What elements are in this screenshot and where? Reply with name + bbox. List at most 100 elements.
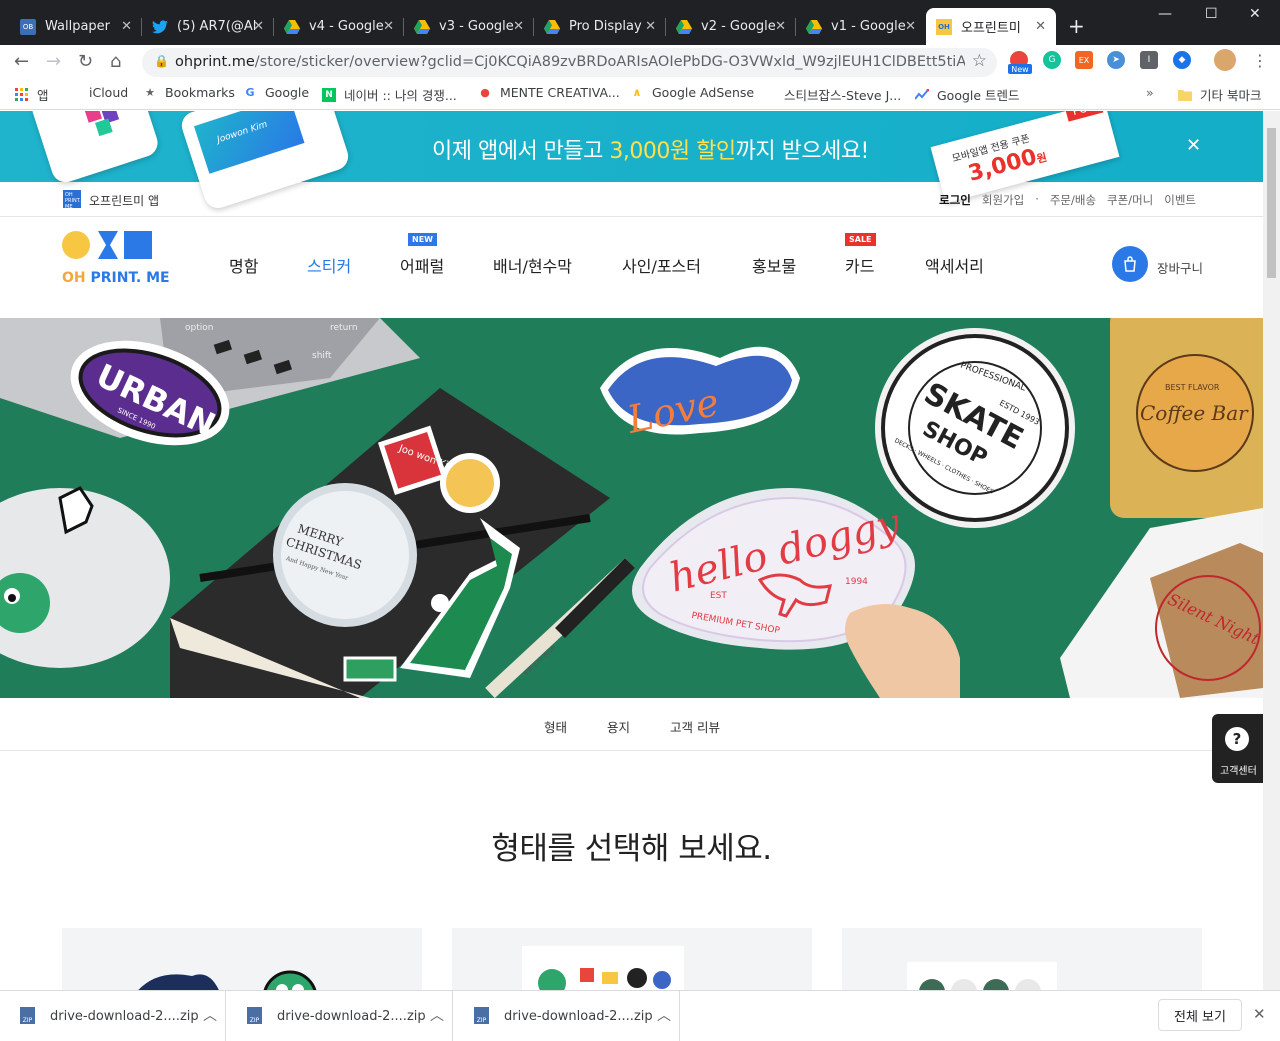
cart-button[interactable] — [1112, 246, 1148, 282]
adsense-icon: ∧ — [632, 86, 642, 99]
scrollbar-thumb[interactable] — [1267, 128, 1276, 278]
tab-drive-v1[interactable]: v1 - Google ✕ — [796, 8, 926, 45]
bookmark-trends[interactable]: Google 트렌드 — [915, 85, 1020, 104]
nav-item-sign-poster[interactable]: 사인/포스터 — [622, 253, 701, 277]
bookmark-naver[interactable]: N 네이버 :: 나의 경쟁... — [322, 85, 457, 104]
tab-drive-v4[interactable]: v4 - Google ✕ — [274, 8, 404, 45]
url-host: ohprint.me — [175, 54, 255, 70]
maximize-icon[interactable]: ☐ — [1205, 6, 1218, 22]
tab-drive-v2[interactable]: v2 - Google ✕ — [666, 8, 796, 45]
new-tab-button[interactable]: + — [1068, 14, 1085, 38]
nav-item-banner[interactable]: 배너/현수막 — [493, 253, 572, 277]
app-logo-icon[interactable]: OH PRINT. ME — [63, 190, 81, 210]
bookmark-icloud[interactable]: iCloud — [67, 85, 128, 100]
coupons-link[interactable]: 쿠폰/머니 — [1107, 192, 1153, 208]
tab-paper[interactable]: 용지 — [607, 717, 630, 736]
grammarly-icon[interactable]: G — [1043, 51, 1061, 69]
close-icon[interactable]: ✕ — [775, 19, 786, 34]
rocket-extension-icon[interactable]: ➤ — [1107, 51, 1125, 69]
tab-title: v2 - Google — [701, 19, 776, 34]
close-icon[interactable]: ✕ — [253, 19, 264, 34]
bookmark-label: 네이버 :: 나의 경쟁... — [344, 88, 457, 103]
bookmark-google[interactable]: G Google — [243, 85, 309, 100]
close-icon[interactable]: ✕ — [121, 19, 132, 34]
download-filename: drive-download-2....zip — [277, 1009, 426, 1024]
more-menu-icon[interactable]: ⋮ — [1252, 51, 1268, 70]
round-sticker-thumbnail-image — [907, 962, 1057, 990]
instapaper-icon[interactable]: I — [1140, 51, 1158, 69]
customer-center-button[interactable]: ? 고객센터 — [1212, 714, 1263, 783]
tab-ohprintme[interactable]: OH 오프린트미 ✕ — [926, 8, 1056, 45]
window-close-icon[interactable]: ✕ — [1249, 6, 1261, 22]
show-all-downloads-button[interactable]: 전체 보기 — [1158, 999, 1242, 1031]
page-scrollbar[interactable] — [1263, 111, 1280, 990]
bookmark-label: Google AdSense — [652, 85, 755, 100]
other-bookmarks[interactable]: 기타 북마크 — [1178, 85, 1261, 104]
minimize-icon[interactable]: — — [1158, 6, 1172, 22]
close-icon[interactable]: ✕ — [905, 19, 916, 34]
tab-twitter[interactable]: (5) AR7(@Al ✕ — [142, 8, 274, 45]
nav-item-business-card[interactable]: 명함 — [229, 253, 258, 277]
extension-ex-icon[interactable]: EX — [1075, 51, 1093, 69]
bookmark-apps[interactable]: 앱 — [15, 85, 49, 104]
tab-drive-v3[interactable]: v3 - Google ✕ — [404, 8, 534, 45]
ohprintme-icon: OH — [936, 18, 952, 35]
chevron-up-icon[interactable]: ︿ — [203, 1005, 217, 1025]
tab-shape[interactable]: 형태 — [544, 717, 567, 736]
bookmark-label: Bookmarks — [165, 85, 235, 100]
chevron-up-icon[interactable]: ︿ — [430, 1005, 444, 1025]
shape-option-card[interactable] — [842, 928, 1202, 990]
google-icon: G — [245, 86, 255, 99]
login-link[interactable]: 로그인 — [939, 192, 971, 208]
nav-item-sticker[interactable]: 스티커 — [307, 253, 351, 277]
cart-label[interactable]: 장바구니 — [1157, 258, 1203, 277]
nav-item-promo[interactable]: 홍보물 — [752, 253, 796, 277]
download-item[interactable]: ZIP drive-download-2....zip ︿ — [454, 991, 680, 1041]
close-icon[interactable]: ✕ — [645, 19, 656, 34]
home-icon[interactable]: ⌂ — [110, 51, 121, 72]
app-link[interactable]: 오프린트미 앱 — [89, 192, 159, 209]
app-promo-banner[interactable]: Joowon Kim 이제 앱에서 만들고 3,000원 할인까지 받으세요! … — [0, 111, 1263, 212]
nav-item-accessory[interactable]: 액세서리 — [925, 253, 984, 277]
close-downloads-icon[interactable]: ✕ — [1253, 1005, 1266, 1023]
shopping-bag-icon — [1124, 256, 1136, 272]
back-icon[interactable]: ← — [14, 51, 29, 72]
hello-year-text: 1994 — [845, 577, 868, 587]
sticker-thumbnail-image — [138, 970, 317, 990]
bookmark-mente[interactable]: ● MENTE CREATIVA... — [478, 85, 620, 100]
close-icon[interactable]: ✕ — [513, 19, 524, 34]
profile-avatar-icon[interactable] — [1214, 49, 1236, 71]
events-link[interactable]: 이벤트 — [1164, 192, 1196, 208]
shape-option-card[interactable] — [452, 928, 812, 990]
bookmark-extension-icon[interactable]: ◆ — [1173, 51, 1191, 69]
download-item[interactable]: ZIP drive-download-2....zip ︿ — [0, 991, 226, 1041]
trends-icon — [915, 88, 929, 102]
zip-file-icon: ZIP — [20, 1007, 35, 1024]
signup-link[interactable]: 회원가입 — [982, 192, 1024, 208]
shape-option-card[interactable] — [62, 928, 422, 990]
url-text[interactable]: ohprint.me/store/sticker/overview?gclid=… — [175, 54, 965, 70]
chevron-up-icon[interactable]: ︿ — [657, 1005, 671, 1025]
nav-item-apparel[interactable]: 어패럴 — [400, 253, 444, 277]
web-page: Joowon Kim 이제 앱에서 만들고 3,000원 할인까지 받으세요! … — [0, 111, 1263, 990]
address-bar[interactable]: 🔒 ohprint.me/store/sticker/overview?gcli… — [142, 48, 997, 77]
tab-reviews[interactable]: 고객 리뷰 — [670, 717, 720, 736]
coupon-tag: PON — [1064, 111, 1104, 122]
banner-close-icon[interactable]: ✕ — [1186, 135, 1201, 156]
forward-icon[interactable]: → — [46, 51, 61, 72]
reload-icon[interactable]: ↻ — [78, 51, 93, 72]
close-icon[interactable]: ✕ — [1035, 19, 1046, 34]
orders-link[interactable]: 주문/배송 — [1050, 192, 1096, 208]
tab-drive-pro-display[interactable]: Pro Display ✕ — [534, 8, 666, 45]
bookmark-star-icon[interactable]: ☆ — [972, 51, 987, 71]
nav-item-card[interactable]: 카드 — [845, 253, 874, 277]
wallpaper-icon: OB — [20, 18, 36, 35]
bookmark-bookmarks[interactable]: ★ Bookmarks — [143, 85, 235, 100]
tab-wallpaper[interactable]: OB Wallpaper ✕ — [10, 8, 142, 45]
close-icon[interactable]: ✕ — [383, 19, 394, 34]
bookmark-adsense[interactable]: ∧ Google AdSense — [630, 85, 755, 100]
bookmarks-overflow-button[interactable]: » — [1146, 85, 1154, 100]
bookmark-steve-jobs[interactable]: 스티브잡스-Steve J... — [762, 85, 901, 104]
download-item[interactable]: ZIP drive-download-2....zip ︿ — [227, 991, 453, 1041]
ohprintme-logo[interactable]: OH PRINT. ME — [62, 231, 170, 286]
